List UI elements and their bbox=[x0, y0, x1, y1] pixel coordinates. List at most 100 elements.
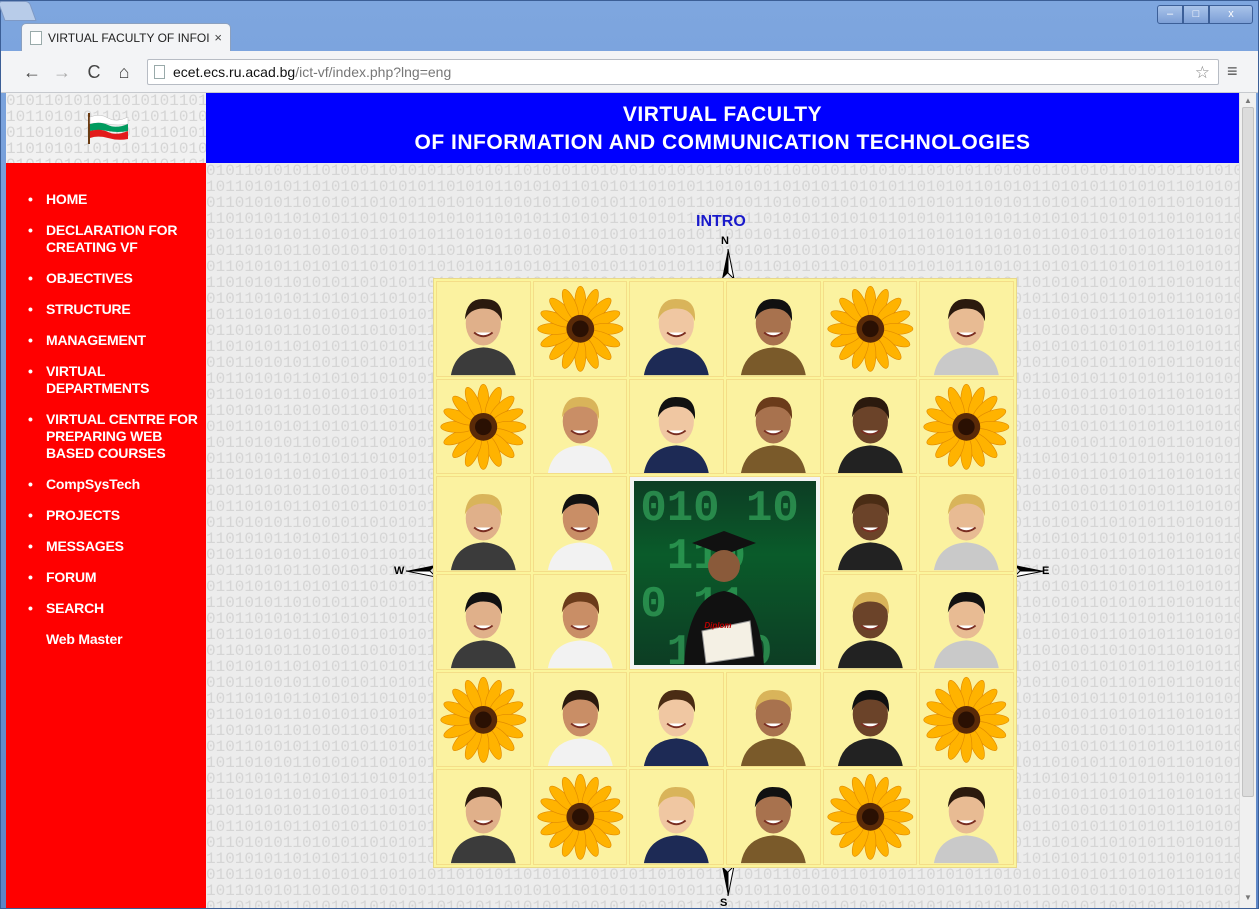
page-viewport: 0101101010110101011010101101010110101011… bbox=[6, 93, 1239, 908]
bullet-icon: • bbox=[28, 600, 33, 616]
sidebar-item[interactable]: • MESSAGES bbox=[6, 538, 206, 555]
person-portrait-icon bbox=[726, 282, 820, 376]
address-bar[interactable]: ecet.ecs.ru.acad.bg /ict-vf/index.php?ln… bbox=[147, 59, 1219, 85]
sunflower-icon bbox=[827, 774, 913, 861]
sidebar-item-label: HOME bbox=[46, 191, 88, 207]
person-portrait-icon bbox=[823, 575, 917, 669]
sidebar-item-label: MESSAGES bbox=[46, 538, 124, 554]
main-content: 0101101010110101011010101101010110101011… bbox=[206, 163, 1239, 908]
bullet-icon: • bbox=[28, 411, 33, 427]
diploma-label: Diplom bbox=[704, 621, 732, 631]
bullet-icon: • bbox=[28, 507, 33, 523]
maximize-button[interactable]: □ bbox=[1183, 5, 1209, 24]
tab-virtual-faculty[interactable]: VIRTUAL FACULTY OF INFOI × bbox=[21, 23, 231, 51]
graduate-photo-frame: 010 10 110 0 11 1010Diplom bbox=[634, 481, 816, 665]
sidebar-item-label: Web Master bbox=[46, 631, 123, 647]
home-button[interactable]: ⌂ bbox=[113, 61, 135, 83]
logo-area: 0101101010110101011010101101010110101011… bbox=[6, 93, 206, 163]
sunflower-icon bbox=[827, 285, 913, 372]
compass-east-needle bbox=[1014, 565, 1044, 578]
person-portrait-icon bbox=[823, 380, 917, 473]
bulgarian-flag-icon[interactable] bbox=[86, 111, 130, 145]
intro-mosaic-image[interactable]: 010 10 110 0 11 1010Diplom bbox=[433, 278, 1017, 868]
intro-link[interactable]: INTRO bbox=[696, 213, 746, 231]
sidebar-item[interactable]: • SEARCH bbox=[6, 600, 206, 617]
reload-button[interactable]: C bbox=[83, 61, 105, 83]
url-path: /ict-vf/index.php?lng=eng bbox=[295, 64, 452, 80]
person-photo bbox=[532, 476, 628, 572]
sunflower-image bbox=[822, 281, 918, 377]
sidebar-item[interactable]: • VIRTUAL CENTRE FOR PREPARING WEB BASED … bbox=[6, 411, 206, 462]
sidebar-item[interactable]: • PROJECTS bbox=[6, 507, 206, 524]
compass-n-label: N bbox=[721, 235, 729, 247]
sidebar-item-label: CompSysTech bbox=[46, 476, 141, 492]
person-portrait-icon bbox=[437, 477, 530, 571]
sunflower-icon bbox=[537, 774, 623, 861]
person-portrait-icon bbox=[437, 282, 530, 376]
sidebar-item[interactable]: • MANAGEMENT bbox=[6, 332, 206, 349]
sunflower-icon bbox=[440, 676, 527, 763]
minimize-button[interactable]: – bbox=[1157, 5, 1183, 24]
sidebar-item[interactable]: • FORUM bbox=[6, 569, 206, 586]
person-photo bbox=[725, 769, 821, 865]
forward-button[interactable]: → bbox=[51, 61, 73, 83]
person-portrait-icon bbox=[920, 477, 1013, 571]
menu-button[interactable]: ≡ bbox=[1227, 61, 1238, 82]
new-tab-button[interactable] bbox=[0, 1, 37, 21]
person-photo bbox=[725, 281, 821, 377]
person-portrait-icon bbox=[726, 380, 820, 473]
sidebar-item[interactable]: • STRUCTURE bbox=[6, 301, 206, 318]
sunflower-icon bbox=[440, 383, 527, 470]
bullet-icon: • bbox=[28, 222, 33, 238]
header-title-line2: OF INFORMATION AND COMMUNICATION TECHNOL… bbox=[414, 131, 1031, 154]
vertical-scrollbar[interactable]: ▲ ▼ bbox=[1239, 93, 1256, 908]
person-photo bbox=[725, 378, 821, 475]
graduate-figure-icon bbox=[684, 531, 765, 665]
person-photo bbox=[436, 573, 531, 670]
sunflower-image bbox=[919, 378, 1014, 475]
sidebar-item-label: MANAGEMENT bbox=[46, 332, 146, 348]
bullet-icon: • bbox=[28, 191, 33, 207]
sunflower-image bbox=[436, 671, 531, 768]
back-button[interactable]: ← bbox=[21, 61, 43, 83]
close-window-button[interactable]: x bbox=[1209, 5, 1253, 24]
person-photo bbox=[532, 573, 628, 670]
person-portrait-icon bbox=[533, 575, 627, 669]
person-photo bbox=[436, 769, 531, 865]
person-portrait-icon bbox=[630, 380, 723, 473]
person-portrait-icon bbox=[920, 575, 1013, 669]
sidebar-item-label: STRUCTURE bbox=[46, 301, 131, 317]
person-photo bbox=[919, 476, 1014, 572]
person-portrait-icon bbox=[533, 673, 627, 766]
tab-strip: VIRTUAL FACULTY OF INFOI × – □ x bbox=[0, 1, 1259, 51]
browser-toolbar: ← → C ⌂ ecet.ecs.ru.acad.bg /ict-vf/inde… bbox=[1, 51, 1258, 93]
sidebar-item[interactable]: • VIRTUAL DEPARTMENTS bbox=[6, 363, 206, 397]
sunflower-icon bbox=[923, 676, 1010, 763]
scroll-down-icon[interactable]: ▼ bbox=[1244, 893, 1252, 902]
sidebar-item[interactable]: Web Master bbox=[6, 631, 206, 648]
sidebar-item-label: FORUM bbox=[46, 569, 97, 585]
bullet-icon: • bbox=[28, 476, 33, 492]
close-tab-icon[interactable]: × bbox=[214, 30, 222, 45]
sunflower-image bbox=[532, 769, 628, 865]
person-portrait-icon bbox=[533, 477, 627, 571]
scroll-thumb[interactable] bbox=[1242, 107, 1254, 797]
compass-north-needle bbox=[722, 249, 735, 279]
bullet-icon: • bbox=[28, 363, 33, 379]
person-photo bbox=[919, 281, 1014, 377]
sidebar-item[interactable]: • CompSysTech bbox=[6, 476, 206, 493]
person-photo bbox=[822, 573, 918, 670]
bullet-icon bbox=[28, 631, 46, 648]
bookmark-star-icon[interactable]: ☆ bbox=[1195, 63, 1210, 83]
compass-south-needle bbox=[722, 866, 735, 896]
compass-s-label: S bbox=[720, 897, 728, 908]
person-photo bbox=[725, 671, 821, 768]
bullet-icon: • bbox=[28, 301, 33, 317]
compass-e-label: E bbox=[1042, 565, 1050, 577]
scroll-up-icon[interactable]: ▲ bbox=[1244, 96, 1252, 105]
sidebar-item[interactable]: • OBJECTIVES bbox=[6, 270, 206, 287]
sidebar-item[interactable]: • DECLARATION FOR CREATING VF bbox=[6, 222, 206, 256]
sidebar-item[interactable]: • HOME bbox=[6, 191, 206, 208]
bullet-icon: • bbox=[28, 538, 33, 554]
person-photo bbox=[629, 671, 724, 768]
